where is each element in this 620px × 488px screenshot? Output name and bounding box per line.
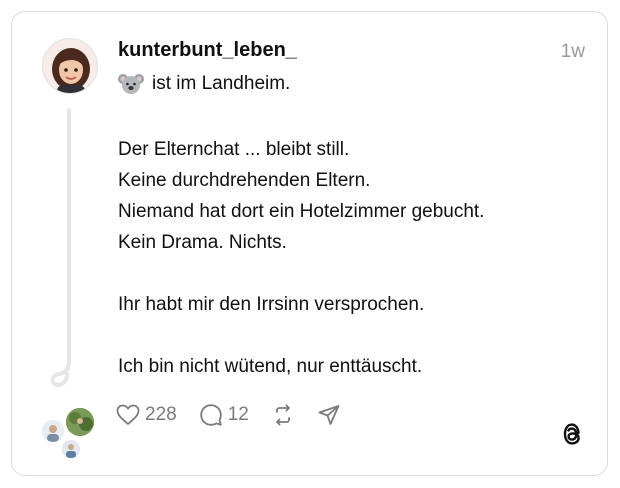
post-body: Der Elternchat ... bleibt still. Keine d… — [118, 134, 484, 382]
reply-button[interactable]: 12 — [199, 403, 249, 427]
post-line: Ihr habt mir den Irrsinn versprochen. — [118, 294, 425, 315]
post-line-blank — [118, 320, 484, 351]
post-card: kunterbunt_leben_ 1w ist im Landheim. De… — [11, 11, 608, 476]
replier-avatar — [40, 418, 66, 444]
replier-avatars[interactable] — [40, 406, 102, 462]
post-line: Der Elternchat ... bleibt still. — [118, 139, 350, 160]
share-icon — [318, 405, 340, 425]
replier-avatar — [64, 406, 96, 438]
post-line: Niemand hat dort ein Hotelzimmer gebucht… — [118, 201, 485, 222]
status-text: ist im Landheim. — [152, 73, 291, 94]
post-line-blank — [118, 258, 484, 289]
like-button[interactable]: 228 — [116, 404, 177, 426]
timestamp: 1w — [560, 41, 585, 62]
replier-avatar — [60, 438, 82, 460]
post-line: Keine durchdrehenden Eltern. — [118, 170, 371, 191]
threads-logo-icon[interactable] — [559, 420, 585, 448]
username[interactable]: kunterbunt_leben_ — [118, 39, 297, 62]
comment-icon — [200, 404, 222, 426]
thread-line — [67, 108, 71, 358]
status-line: ist im Landheim. — [118, 72, 290, 96]
repost-button[interactable] — [271, 403, 295, 427]
post-line: Ich bin nicht wütend, nur enttäuscht. — [118, 356, 423, 377]
heart-icon — [116, 404, 140, 425]
post-line: Kein Drama. Nichts. — [118, 232, 287, 253]
koala-icon — [118, 74, 144, 94]
like-count: 228 — [145, 404, 177, 425]
action-bar: 228 12 — [116, 403, 363, 427]
thread-curl-icon — [50, 354, 71, 388]
avatar[interactable] — [42, 38, 98, 94]
repost-icon — [275, 404, 290, 426]
share-button[interactable] — [317, 403, 341, 427]
reply-count: 12 — [227, 404, 249, 425]
